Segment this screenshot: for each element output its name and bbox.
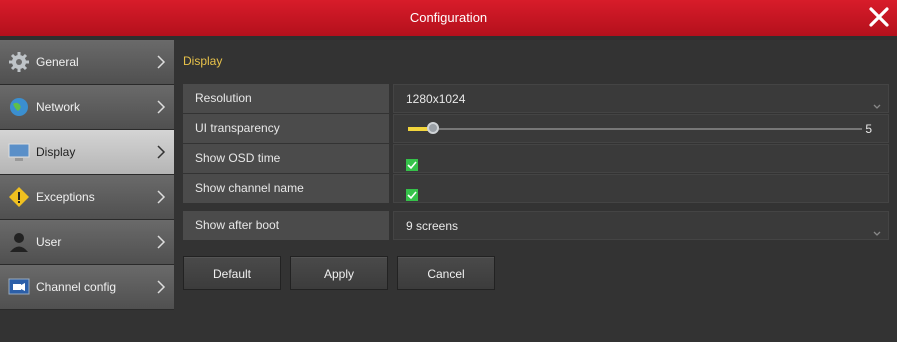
chevron-right-icon (156, 54, 166, 70)
resolution-dropdown[interactable]: 1280x1024 (393, 84, 889, 113)
slider-handle[interactable] (427, 122, 439, 134)
monitor-icon (8, 141, 30, 163)
section-title: Display (183, 54, 223, 68)
show-osd-time-checkbox[interactable] (406, 153, 418, 171)
globe-icon (8, 96, 30, 118)
chevron-down-icon (872, 221, 882, 236)
sidebar-item-display[interactable]: Display (0, 130, 174, 175)
ui-transparency-row: UI transparency 5 (183, 114, 889, 143)
sidebar-item-label: Display (36, 145, 76, 159)
camera-channel-icon (8, 276, 30, 298)
warning-icon (8, 186, 30, 208)
show-after-boot-value: 9 screens (406, 219, 459, 233)
close-icon[interactable] (865, 3, 893, 31)
show-after-boot-row: Show after boot 9 screens (183, 211, 889, 240)
sidebar-item-general[interactable]: General (0, 40, 174, 85)
slider-track[interactable] (408, 128, 862, 130)
sidebar-item-label: Network (36, 100, 81, 114)
ui-transparency-slider[interactable]: 5 (393, 114, 889, 143)
sidebar: General Network Display Exceptions User (0, 40, 174, 342)
chevron-down-icon (872, 94, 882, 109)
default-button[interactable]: Default (183, 256, 281, 290)
gear-icon (8, 51, 30, 73)
sidebar-item-channel-config[interactable]: Channel config (0, 265, 174, 310)
sidebar-item-user[interactable]: User (0, 220, 174, 265)
ui-transparency-label: UI transparency (183, 114, 391, 143)
cancel-button[interactable]: Cancel (397, 256, 495, 290)
chevron-right-icon (156, 144, 166, 160)
show-channel-name-field (393, 174, 889, 203)
ui-transparency-value: 5 (865, 122, 872, 136)
show-osd-time-label: Show OSD time (183, 144, 391, 173)
sidebar-item-label: Exceptions (36, 190, 95, 204)
show-channel-name-checkbox[interactable] (406, 183, 418, 201)
sidebar-item-label: User (36, 235, 62, 249)
chevron-right-icon (156, 189, 166, 205)
resolution-value: 1280x1024 (406, 92, 466, 106)
chevron-right-icon (156, 99, 166, 115)
sidebar-item-exceptions[interactable]: Exceptions (0, 175, 174, 220)
show-osd-time-field (393, 144, 889, 173)
user-icon (8, 231, 30, 253)
show-channel-name-row: Show channel name (183, 174, 889, 203)
chevron-right-icon (156, 279, 166, 295)
show-channel-name-label: Show channel name (183, 174, 391, 203)
show-after-boot-dropdown[interactable]: 9 screens (393, 211, 889, 240)
sidebar-item-network[interactable]: Network (0, 85, 174, 130)
resolution-row: Resolution 1280x1024 (183, 84, 889, 113)
chevron-right-icon (156, 234, 166, 250)
resolution-label: Resolution (183, 84, 391, 113)
sidebar-item-label: Channel config (36, 280, 117, 294)
sidebar-item-label: General (36, 55, 79, 69)
apply-button[interactable]: Apply (290, 256, 388, 290)
show-after-boot-label: Show after boot (183, 211, 391, 240)
show-osd-time-row: Show OSD time (183, 144, 889, 173)
window-title: Configuration (409, 10, 488, 25)
